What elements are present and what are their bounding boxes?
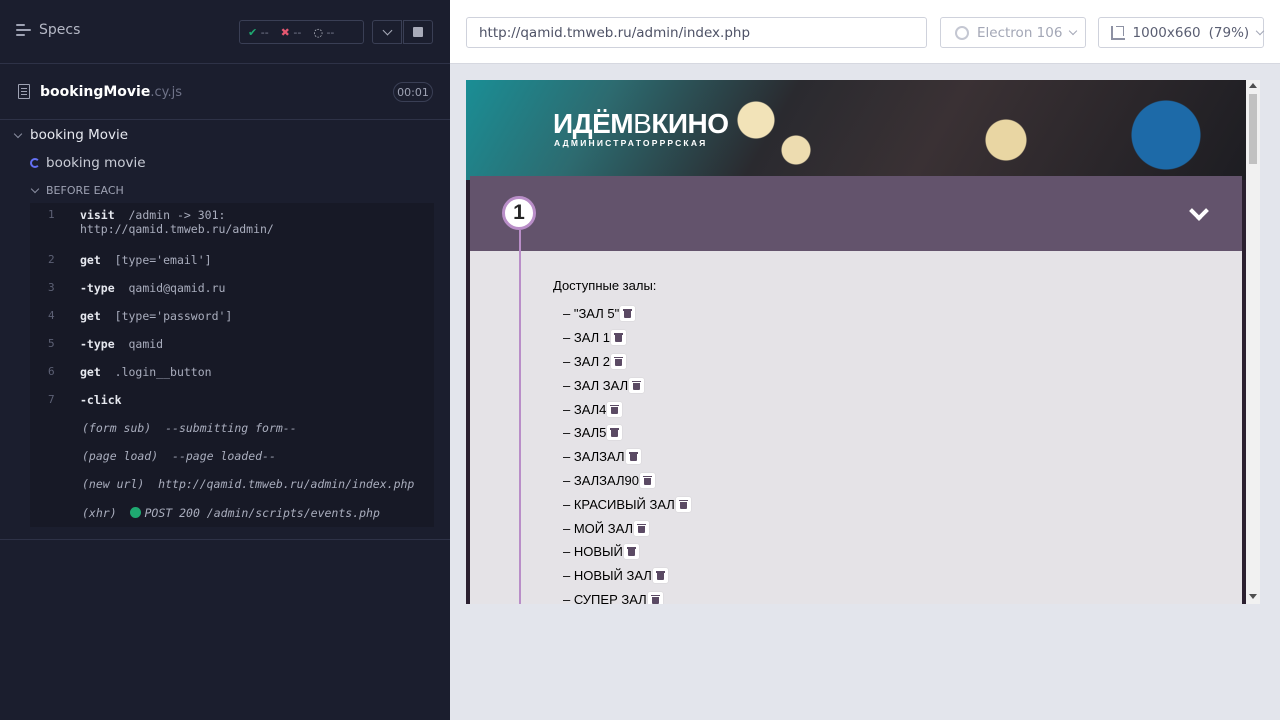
- list-item: – "ЗАЛ 5": [563, 302, 691, 326]
- trash-icon[interactable]: [607, 401, 623, 417]
- pending-icon: ◌: [313, 25, 323, 39]
- site-logo[interactable]: ИДЁМВКИНО: [553, 108, 729, 140]
- trash-icon[interactable]: [675, 496, 691, 512]
- chevron-down-icon: [1255, 26, 1265, 36]
- check-icon: ✔: [248, 25, 258, 39]
- spec-row: bookingMovie.cy.js: [0, 64, 450, 120]
- stop-icon: [413, 27, 423, 37]
- command-log: 1 visit /admin -> 301: http://qamid.tmweb…: [30, 203, 434, 527]
- running-spinner-icon: [30, 158, 40, 168]
- browser-label: Electron 106: [977, 24, 1063, 41]
- ruler-icon: [1111, 25, 1125, 40]
- trash-icon[interactable]: [620, 306, 636, 322]
- trash-icon[interactable]: [652, 568, 668, 584]
- viewport-zoom: (79%): [1208, 24, 1250, 41]
- list-item: – СУПЕР ЗАЛ: [563, 588, 691, 604]
- x-icon: ✖: [280, 25, 290, 39]
- expand-collapse-button[interactable]: [372, 20, 402, 44]
- viewport-size: 1000x660: [1132, 24, 1201, 41]
- list-item: – ЗАЛЗАЛ90: [563, 469, 691, 493]
- trash-icon[interactable]: [623, 544, 639, 560]
- list-item: – КРАСИВЫЙ ЗАЛ: [563, 492, 691, 516]
- trash-icon[interactable]: [647, 591, 663, 604]
- url-field[interactable]: http://qamid.tmweb.ru/admin/index.php: [466, 17, 927, 48]
- trash-icon[interactable]: [634, 520, 650, 536]
- iframe-scrollbar[interactable]: [1246, 80, 1260, 604]
- step-number: 1: [502, 196, 536, 230]
- specs-button[interactable]: Specs: [16, 22, 80, 38]
- timeline-line: [519, 230, 521, 604]
- trash-icon[interactable]: [629, 377, 645, 393]
- spec-duration: 00:01: [393, 82, 433, 102]
- trash-icon[interactable]: [611, 330, 627, 346]
- hook-title: BEFORE EACH: [46, 183, 124, 197]
- aut-panel: http://qamid.tmweb.ru/admin/index.php El…: [450, 0, 1280, 720]
- halls-title: Доступные залы:: [553, 278, 657, 293]
- specs-menu-icon: [16, 24, 31, 36]
- passed-stat: ✔ --: [248, 25, 269, 39]
- electron-icon: [955, 25, 969, 40]
- trash-icon[interactable]: [639, 472, 655, 488]
- list-item: – НОВЫЙ ЗАЛ: [563, 564, 691, 588]
- failed-stat: ✖ --: [280, 25, 302, 39]
- test-header[interactable]: booking movie: [0, 148, 450, 178]
- list-item: – ЗАЛ 2: [563, 350, 691, 374]
- suite: booking Movie booking movie BEFORE EACH: [0, 122, 450, 202]
- chevron-down-icon: [13, 129, 23, 138]
- divider: [0, 539, 450, 540]
- viewport-selector[interactable]: 1000x660 (79%): [1098, 17, 1265, 48]
- trash-icon[interactable]: [625, 449, 641, 465]
- document-icon: [18, 84, 30, 99]
- aut-header: http://qamid.tmweb.ru/admin/index.php El…: [450, 0, 1280, 64]
- status-dot-icon: [130, 507, 142, 518]
- specs-label: Specs: [39, 22, 81, 38]
- chevron-down-icon: [382, 25, 392, 35]
- section-header[interactable]: [470, 176, 1242, 251]
- list-item: – ЗАЛ5: [563, 421, 691, 445]
- list-item: – НОВЫЙ: [563, 540, 691, 564]
- spec-title[interactable]: bookingMovie.cy.js: [40, 84, 182, 100]
- hook-header[interactable]: BEFORE EACH: [0, 178, 450, 202]
- list-item: – ЗАЛЗАЛ: [563, 445, 691, 469]
- list-item: – ЗАЛ4: [563, 397, 691, 421]
- list-item: – ЗАЛ 1: [563, 326, 691, 350]
- suite-title: booking Movie: [30, 127, 129, 143]
- scroll-down-icon[interactable]: [1249, 594, 1257, 599]
- browser-selector[interactable]: Electron 106: [940, 17, 1086, 48]
- pending-stat: ◌ --: [313, 25, 335, 39]
- run-stats: ✔ -- ✖ -- ◌ --: [239, 20, 364, 44]
- stop-button[interactable]: [403, 20, 433, 44]
- chevron-down-icon: [30, 184, 40, 193]
- suite-header[interactable]: booking Movie: [0, 122, 450, 148]
- list-item: – ЗАЛ ЗАЛ: [563, 373, 691, 397]
- test-title: booking movie: [46, 155, 146, 171]
- trash-icon[interactable]: [607, 425, 623, 441]
- cypress-reporter: Specs ✔ -- ✖ -- ◌ -- bookingMovie.cy.js …: [0, 0, 450, 720]
- scroll-up-icon[interactable]: [1249, 83, 1257, 88]
- scroll-thumb[interactable]: [1249, 94, 1257, 164]
- site-logo-subtitle: АДМИНИСТРАТОРРРСКАЯ: [554, 138, 708, 148]
- halls-list: – "ЗАЛ 5" – ЗАЛ 1 – ЗАЛ 2 – ЗАЛ ЗАЛ – ЗА…: [563, 302, 691, 604]
- app-iframe: ИДЁМВКИНО АДМИНИСТРАТОРРРСКАЯ 1 Доступны…: [466, 80, 1246, 604]
- trash-icon[interactable]: [611, 353, 627, 369]
- reporter-header: Specs ✔ -- ✖ -- ◌ --: [0, 0, 450, 64]
- chevron-down-icon: [1069, 26, 1078, 36]
- list-item: – МОЙ ЗАЛ: [563, 516, 691, 540]
